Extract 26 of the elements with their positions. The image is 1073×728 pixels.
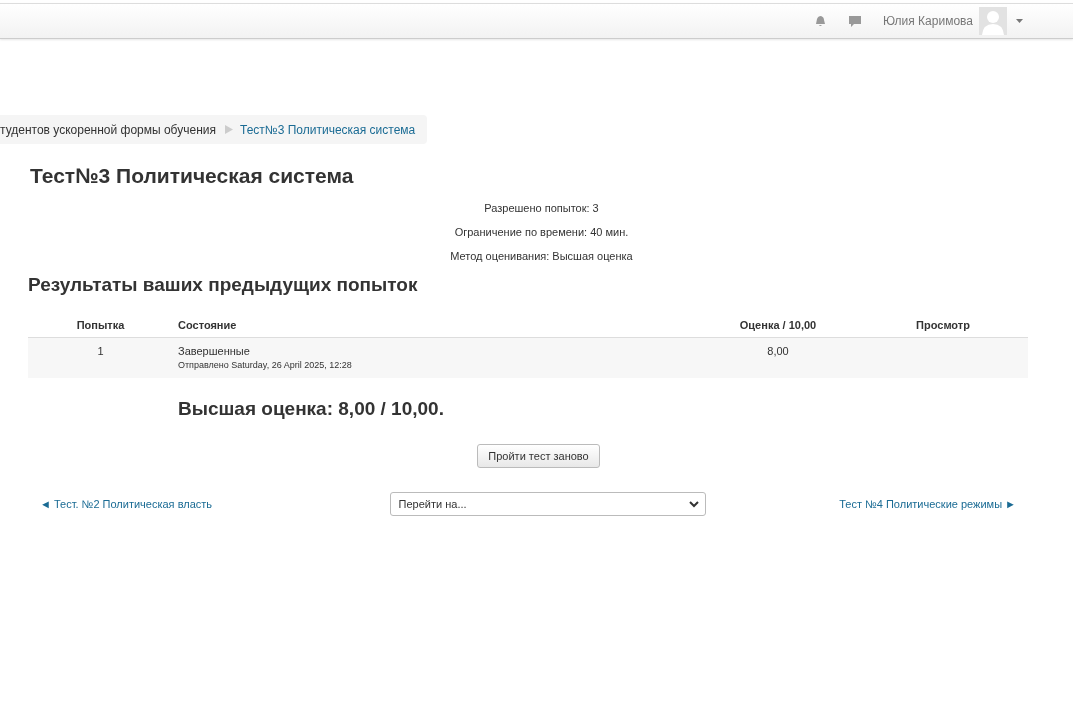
attempt-state: Завершенные (178, 345, 251, 357)
jump-to-select[interactable]: Перейти на... (389, 492, 706, 516)
column-header: Состояние (173, 312, 698, 338)
section-heading: Результаты ваших предыдущих попыток (28, 274, 419, 296)
highest-grade-text: Высшая оценка: 8,00 / 10,00. (178, 398, 445, 420)
chat-icon[interactable] (848, 14, 862, 28)
quiz-info-text: Разрешено попыток: 3 (483, 201, 600, 216)
retake-quiz-button[interactable]: Пройти тест заново (477, 444, 600, 468)
separator-icon (225, 125, 233, 134)
submitted-date: Отправлено Saturday, 26 April 2025, 12:28 (178, 360, 353, 370)
chevron-down-icon (688, 500, 699, 508)
previous-activity-link[interactable]: ◄ Тест. №2 Политическая власть (40, 498, 213, 510)
caret-icon[interactable] (1016, 19, 1023, 23)
attempt-number: 1 (97, 345, 104, 357)
column-header: Попытка (28, 312, 173, 338)
user-name[interactable]: Юлия Каримова (883, 14, 973, 28)
quiz-info-text: Ограничение по времени: 40 мин. (453, 225, 630, 240)
attempt-grade: 8,00 (767, 345, 789, 357)
page-title: Тест№3 Политическая система (30, 164, 355, 189)
quiz-info-text: Метод оценивания: Высшая оценка (449, 249, 634, 264)
column-header: Оценка / 10,00 (698, 312, 858, 338)
breadcrumb-link[interactable]: тудентов ускоренной формы обучения (0, 122, 216, 137)
bell-icon[interactable] (813, 14, 827, 28)
column-header: Просмотр (858, 312, 1028, 338)
next-activity-link[interactable]: Тест №4 Политические режимы ► (839, 498, 1016, 510)
breadcrumb-link[interactable]: Тест№3 Политическая система (240, 122, 416, 137)
